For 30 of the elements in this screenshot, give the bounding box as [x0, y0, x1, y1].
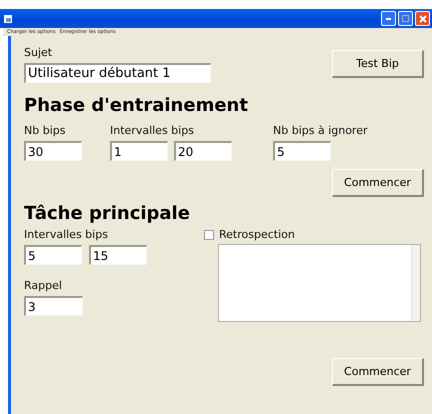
- field-label: Nb bips à ignorer: [273, 124, 368, 137]
- maximize-icon: [402, 15, 409, 22]
- input-field[interactable]: 30: [24, 141, 82, 161]
- field-label: Sujet: [24, 46, 54, 59]
- close-button[interactable]: [415, 11, 430, 26]
- test-button[interactable]: Test Bip: [332, 50, 424, 78]
- start-button[interactable]: Commencer: [332, 169, 424, 197]
- close-icon: [418, 14, 426, 22]
- input-field[interactable]: 1: [110, 141, 168, 161]
- input-field[interactable]: 3: [24, 296, 83, 316]
- section-heading: Phase d'entrainement: [24, 95, 249, 116]
- field-label: Rappel: [24, 279, 63, 292]
- field-label: Nb bips: [24, 124, 66, 137]
- minimize-icon: [386, 18, 391, 20]
- input-field[interactable]: 5: [24, 245, 82, 265]
- start-button[interactable]: Commencer: [332, 358, 424, 386]
- field-label: Intervalles bips: [24, 228, 109, 241]
- input-field[interactable]: 20: [174, 141, 232, 161]
- maximize-button[interactable]: [398, 11, 413, 26]
- checkbox[interactable]: [204, 230, 214, 240]
- field-label: Intervalles bips: [110, 124, 195, 137]
- app-icon: [4, 14, 12, 22]
- input-field[interactable]: Utilisateur débutant 1: [24, 63, 211, 83]
- input-field[interactable]: 15: [89, 245, 147, 265]
- checkbox-label: Retrospection: [219, 228, 295, 241]
- minimize-button[interactable]: [381, 11, 396, 26]
- text-area[interactable]: [218, 244, 421, 322]
- section-heading: Tâche principale: [24, 203, 191, 224]
- input-field[interactable]: 5: [273, 141, 331, 161]
- scrollbar[interactable]: [411, 245, 420, 321]
